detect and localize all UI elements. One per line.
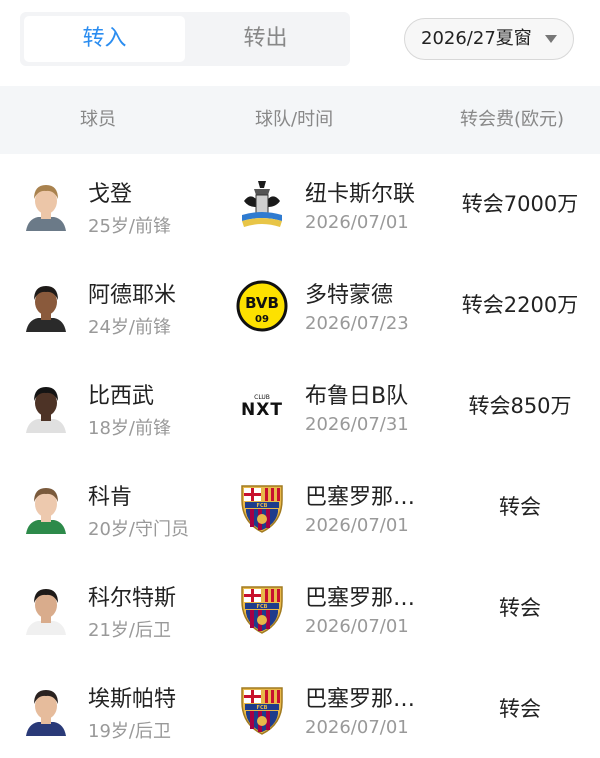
club-nxt-logo-text: NXT	[241, 400, 283, 420]
column-header-fee: 转会费(欧元)	[460, 109, 565, 130]
player-age-position: 19岁/后卫	[88, 721, 171, 742]
table-row[interactable]: 比西武 18岁/前锋 CLUB NXT 布鲁日B队 2026/07/31 转会85…	[0, 356, 600, 457]
svg-text:BVB: BVB	[245, 294, 279, 312]
table-row[interactable]: 阿德耶米 24岁/前锋 BVB 09 多特蒙德 2026/07/23 转会220…	[0, 255, 600, 356]
player-avatar	[22, 179, 70, 231]
tab-transfer-out[interactable]: 转出	[185, 16, 346, 62]
player-name: 比西武	[88, 384, 155, 409]
player-name: 科肯	[88, 485, 133, 510]
player-avatar	[22, 280, 70, 332]
svg-text:FCB: FCB	[257, 503, 268, 509]
transfer-date: 2026/07/01	[305, 515, 409, 536]
transfer-fee: 转会	[499, 495, 541, 519]
tab-transfer-in[interactable]: 转入	[24, 16, 185, 62]
transfer-fee: 转会7000万	[461, 192, 579, 216]
transfer-date: 2026/07/01	[305, 212, 409, 233]
club-name: 巴塞罗那…	[305, 687, 416, 712]
player-avatar	[22, 684, 70, 736]
club-name: 纽卡斯尔联	[305, 182, 416, 207]
player-name: 戈登	[88, 182, 133, 207]
transfer-fee: 转会	[499, 596, 541, 620]
transfer-window-select[interactable]: 2026/27夏窗	[404, 18, 574, 60]
column-header-club-date: 球队/时间	[255, 109, 334, 130]
player-age-position: 20岁/守门员	[88, 519, 189, 540]
top-bar: 转入 转出 2026/27夏窗	[0, 0, 600, 84]
player-age-position: 21岁/后卫	[88, 620, 171, 641]
caret-down-icon	[545, 35, 557, 43]
bvb-crest: BVB 09	[236, 280, 288, 332]
table-row[interactable]: 科尔特斯 21岁/后卫 FCB 巴塞罗那… 2026/07/01 转会	[0, 558, 600, 659]
club-name: 巴塞罗那…	[305, 485, 416, 510]
transfer-direction-tabs: 转入 转出	[20, 12, 350, 66]
player-name: 科尔特斯	[88, 586, 177, 611]
transfer-window-value: 2026/27夏窗	[421, 28, 532, 49]
club-nxt-logo: CLUB NXT	[236, 381, 288, 433]
transfer-date: 2026/07/23	[305, 313, 409, 334]
column-header-player: 球员	[80, 109, 116, 130]
player-age-position: 24岁/前锋	[88, 317, 171, 338]
table-header: 球员 球队/时间 转会费(欧元)	[0, 86, 600, 154]
table-row[interactable]: 埃斯帕特 19岁/后卫 FCB 巴塞罗那… 2026/07/01 转会	[0, 659, 600, 758]
club-name: 多特蒙德	[305, 283, 394, 308]
transfer-fee: 转会	[499, 697, 541, 721]
svg-text:FCB: FCB	[257, 705, 268, 711]
player-name: 埃斯帕特	[88, 687, 177, 712]
table-row[interactable]: 戈登 25岁/前锋 纽卡斯尔联 2026/07/01 转会7000万	[0, 154, 600, 255]
transfer-date: 2026/07/01	[305, 616, 409, 637]
fcb-crest: FCB	[236, 684, 288, 736]
transfer-fee: 转会2200万	[461, 293, 579, 317]
player-avatar	[22, 381, 70, 433]
player-age-position: 25岁/前锋	[88, 216, 171, 237]
club-name: 布鲁日B队	[305, 384, 409, 409]
table-row[interactable]: 科肯 20岁/守门员 FCB 巴塞罗那… 2026/07/01 转会	[0, 457, 600, 558]
fcb-crest: FCB	[236, 583, 288, 635]
newcastle-crest	[236, 179, 288, 231]
player-avatar	[22, 583, 70, 635]
player-name: 阿德耶米	[88, 283, 177, 308]
club-name: 巴塞罗那…	[305, 586, 416, 611]
player-age-position: 18岁/前锋	[88, 418, 171, 439]
transfer-date: 2026/07/31	[305, 414, 409, 435]
fcb-crest: FCB	[236, 482, 288, 534]
svg-text:09: 09	[255, 314, 269, 325]
transfer-fee: 转会850万	[468, 394, 572, 418]
player-avatar	[22, 482, 70, 534]
transfer-date: 2026/07/01	[305, 717, 409, 738]
svg-text:FCB: FCB	[257, 604, 268, 610]
